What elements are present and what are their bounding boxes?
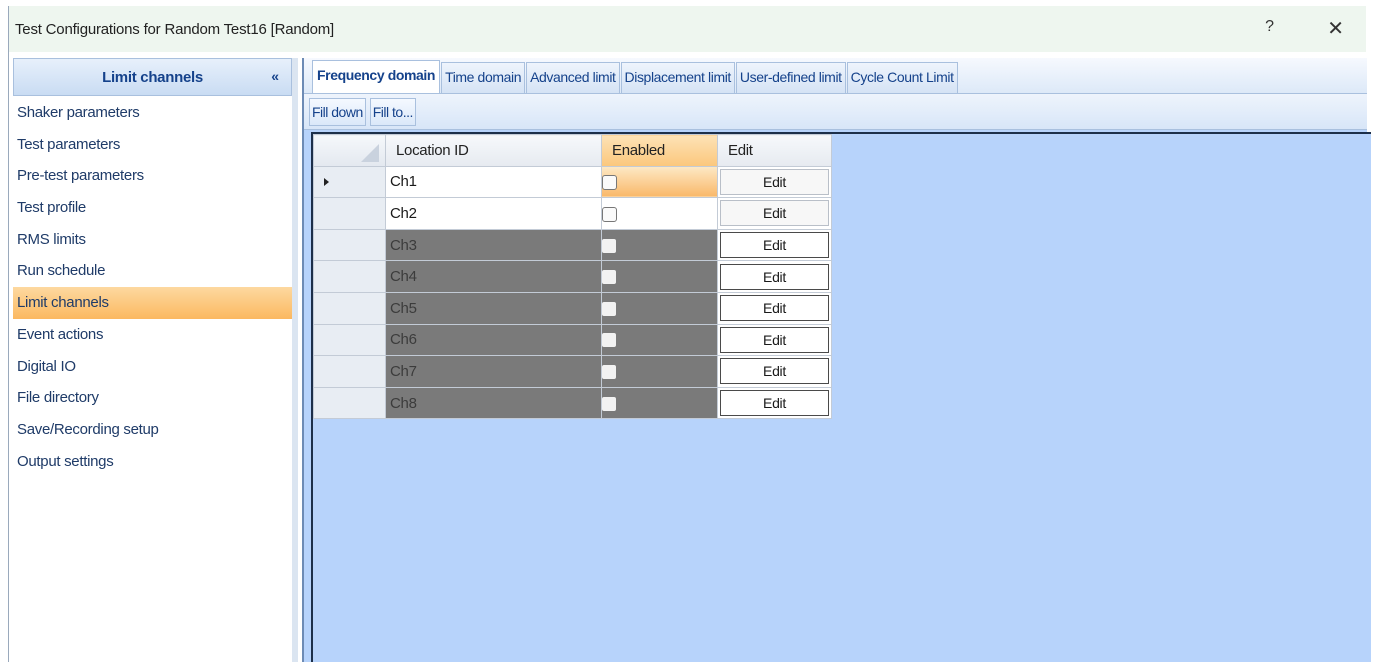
edit-button[interactable]: Edit	[720, 358, 829, 385]
edit-button[interactable]: Edit	[720, 168, 829, 195]
column-header-edit[interactable]: Edit	[717, 134, 832, 167]
tab-advanced-limit[interactable]: Advanced limit	[526, 62, 620, 93]
location-id-cell[interactable]: Ch8	[385, 386, 602, 420]
sidebar-list: Shaker parameters Test parameters Pre-test…	[13, 97, 292, 477]
sidebar-item-shaker-parameters[interactable]: Shaker parameters	[13, 97, 292, 129]
sidebar-item-run-schedule[interactable]: Run schedule	[13, 255, 292, 287]
edit-cell: Edit	[717, 260, 832, 293]
help-button[interactable]: ?	[1265, 18, 1274, 36]
edit-button[interactable]: Edit	[720, 326, 829, 353]
enabled-cell	[601, 228, 718, 262]
channel-grid-area: Location ID Enabled Edit Ch1 Edit Ch2 Edit C…	[311, 132, 1371, 662]
select-all-corner[interactable]	[313, 134, 386, 167]
enabled-cell	[601, 355, 718, 388]
row-header[interactable]	[313, 228, 386, 262]
enabled-cell	[601, 197, 718, 230]
fill-down-button[interactable]: Fill down	[309, 97, 366, 126]
sidebar: Limit channels « Shaker parameters Test p…	[13, 58, 298, 662]
sidebar-item-limit-channels[interactable]: Limit channels	[13, 287, 292, 319]
row-header[interactable]	[313, 197, 386, 230]
tab-cycle-count-limit[interactable]: Cycle Count Limit	[846, 62, 958, 93]
column-header-enabled[interactable]: Enabled	[601, 134, 718, 167]
table-row[interactable]: Ch3 Edit	[313, 228, 832, 262]
location-id-cell[interactable]: Ch5	[385, 291, 602, 325]
column-header-location-id[interactable]: Location ID	[385, 134, 602, 167]
enabled-cell	[601, 386, 718, 420]
sidebar-item-test-parameters[interactable]: Test parameters	[13, 129, 292, 161]
enabled-checkbox[interactable]	[602, 396, 616, 411]
toolbar: Fill down Fill to...	[304, 94, 1367, 130]
table-row[interactable]: Ch8 Edit	[313, 386, 832, 420]
edit-cell: Edit	[717, 165, 832, 199]
enabled-cell	[601, 291, 718, 325]
table-row[interactable]: Ch1 Edit	[313, 165, 832, 199]
row-header[interactable]	[313, 386, 386, 420]
edit-button[interactable]: Edit	[720, 200, 829, 227]
location-id-cell[interactable]: Ch4	[385, 260, 602, 293]
edit-button[interactable]: Edit	[720, 295, 829, 322]
sidebar-item-output-settings[interactable]: Output settings	[13, 446, 292, 478]
table-row[interactable]: Ch2 Edit	[313, 197, 832, 230]
sidebar-item-digital-io[interactable]: Digital IO	[13, 351, 292, 383]
tab-time-domain[interactable]: Time domain	[441, 62, 526, 93]
sidebar-header: Limit channels «	[13, 58, 292, 96]
location-id-cell[interactable]: Ch1	[385, 165, 602, 199]
enabled-checkbox[interactable]	[602, 301, 616, 316]
enabled-checkbox[interactable]	[602, 238, 616, 253]
edit-button[interactable]: Edit	[720, 263, 829, 290]
edit-cell: Edit	[717, 386, 832, 420]
sidebar-item-file-directory[interactable]: File directory	[13, 382, 292, 414]
row-header[interactable]	[313, 291, 386, 325]
grid-header-row: Location ID Enabled Edit	[313, 134, 832, 167]
table-row[interactable]: Ch6 Edit	[313, 323, 832, 357]
table-row[interactable]: Ch4 Edit	[313, 260, 832, 293]
current-row-indicator[interactable]	[313, 165, 386, 199]
enabled-cell	[601, 260, 718, 293]
enabled-cell	[601, 165, 718, 199]
location-id-cell[interactable]: Ch3	[385, 228, 602, 262]
tab-user-defined-limit[interactable]: User-defined limit	[735, 62, 846, 93]
tab-strip: Frequency domain Time domain Advanced limi…	[304, 58, 1367, 94]
row-header[interactable]	[313, 355, 386, 388]
sidebar-item-pre-test-parameters[interactable]: Pre-test parameters	[13, 160, 292, 192]
edit-cell: Edit	[717, 228, 832, 262]
enabled-checkbox[interactable]	[602, 333, 616, 348]
edit-cell: Edit	[717, 197, 832, 230]
channel-grid: Location ID Enabled Edit Ch1 Edit Ch2 Edit C…	[313, 134, 832, 420]
sidebar-item-test-profile[interactable]: Test profile	[13, 192, 292, 224]
enabled-checkbox[interactable]	[602, 206, 617, 222]
enabled-checkbox[interactable]	[602, 174, 617, 190]
collapse-icon[interactable]: «	[271, 68, 279, 84]
edit-cell: Edit	[717, 355, 832, 388]
location-id-cell[interactable]: Ch7	[385, 355, 602, 388]
tab-displacement-limit[interactable]: Displacement limit	[620, 62, 735, 93]
config-dialog: Test Configurations for Random Test16 [R…	[8, 6, 1371, 662]
enabled-cell	[601, 323, 718, 357]
sidebar-header-title: Limit channels	[102, 68, 203, 86]
title-bar: Test Configurations for Random Test16 [R…	[9, 6, 1366, 52]
sidebar-item-event-actions[interactable]: Event actions	[13, 319, 292, 351]
row-header[interactable]	[313, 323, 386, 357]
table-row[interactable]: Ch7 Edit	[313, 355, 832, 388]
fill-to-button[interactable]: Fill to...	[369, 97, 416, 126]
table-row[interactable]: Ch5 Edit	[313, 291, 832, 325]
enabled-checkbox[interactable]	[602, 270, 616, 285]
edit-button[interactable]: Edit	[720, 232, 829, 259]
location-id-cell[interactable]: Ch2	[385, 197, 602, 230]
edit-cell: Edit	[717, 323, 832, 357]
edit-cell: Edit	[717, 291, 832, 325]
enabled-checkbox[interactable]	[602, 364, 616, 379]
sidebar-item-save-recording-setup[interactable]: Save/Recording setup	[13, 414, 292, 446]
sidebar-item-rms-limits[interactable]: RMS limits	[13, 224, 292, 256]
close-button[interactable]: ✕	[1327, 16, 1344, 41]
edit-button[interactable]: Edit	[720, 390, 829, 417]
location-id-cell[interactable]: Ch6	[385, 323, 602, 357]
window-title: Test Configurations for Random Test16 [R…	[15, 20, 335, 38]
tab-frequency-domain[interactable]: Frequency domain	[312, 60, 441, 93]
row-header[interactable]	[313, 260, 386, 293]
main-panel: Frequency domain Time domain Advanced limi…	[302, 58, 1371, 662]
